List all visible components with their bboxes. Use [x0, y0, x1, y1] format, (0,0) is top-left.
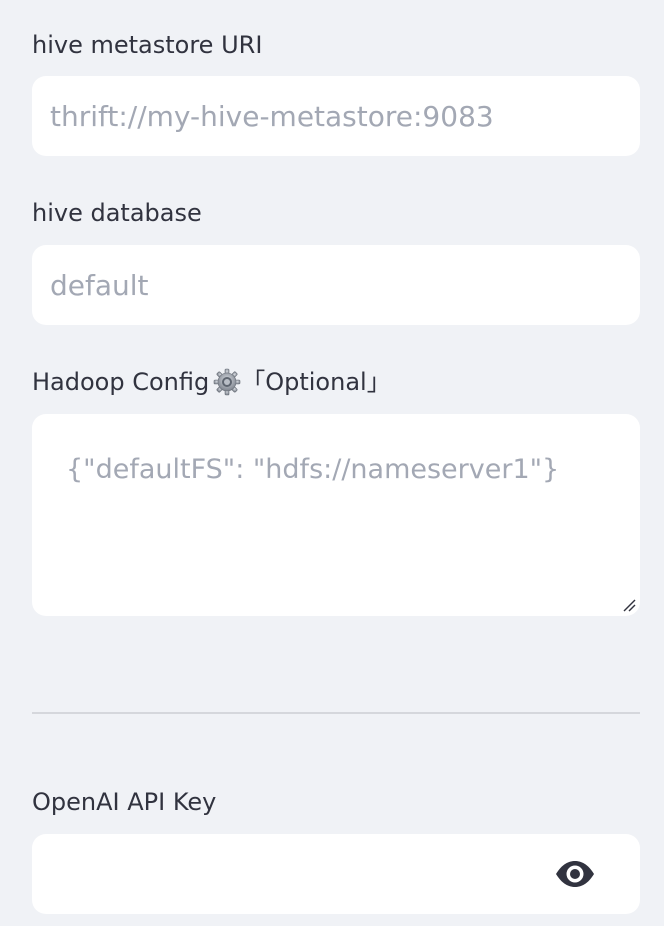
optional-tag: 「Optional」: [241, 368, 391, 396]
hadoop-config-label: Hadoop Config 「Optional」: [32, 367, 391, 397]
openai-key-label: OpenAI API Key: [32, 787, 216, 817]
eye-icon[interactable]: [554, 858, 596, 890]
hive-uri-label-text: hive metastore URI: [32, 31, 263, 59]
openai-key-input[interactable]: [50, 834, 570, 914]
hadoop-config-textarea[interactable]: [66, 452, 606, 592]
gear-icon: [213, 368, 241, 396]
hive-database-label: hive database: [32, 198, 202, 228]
hive-uri-label: hive metastore URI: [32, 30, 262, 60]
hive-database-input[interactable]: [50, 245, 570, 325]
openai-key-label-text: OpenAI API Key: [32, 788, 217, 816]
hive-uri-input[interactable]: [50, 76, 570, 156]
settings-form: hive metastore URI hive database Hadoop …: [0, 0, 664, 926]
hive-uri-field[interactable]: [32, 76, 640, 156]
resize-handle-icon[interactable]: [620, 596, 636, 612]
hadoop-config-field[interactable]: [32, 414, 640, 616]
openai-key-field[interactable]: [32, 834, 640, 914]
hadoop-config-label-text: Hadoop Config: [32, 368, 210, 396]
section-divider: [32, 712, 640, 714]
hive-database-label-text: hive database: [32, 199, 202, 227]
hive-database-field[interactable]: [32, 245, 640, 325]
